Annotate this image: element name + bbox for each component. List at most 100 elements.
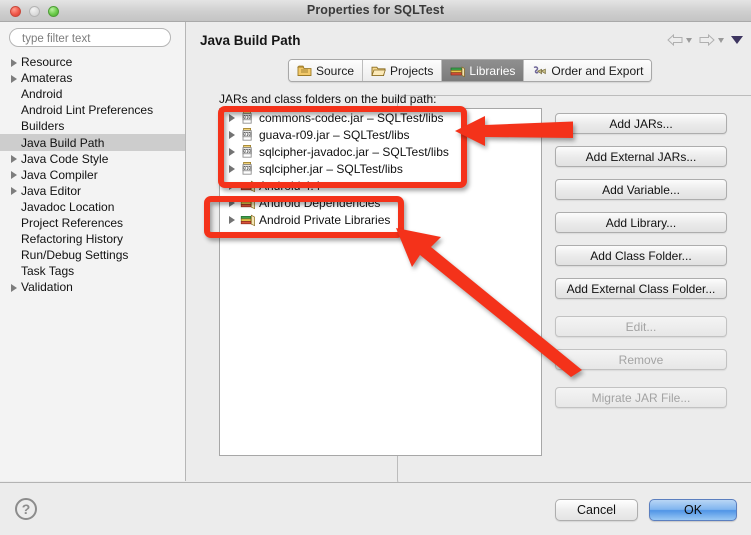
sidebar-item-task-tags[interactable]: Task Tags (0, 263, 185, 279)
expand-triangle-icon[interactable] (227, 211, 240, 228)
sidebar-item-label: Resource (21, 55, 73, 70)
libraries-list[interactable]: 010 commons-codec.jar – SQLTest/libs 010 gu… (219, 108, 542, 456)
expand-triangle-icon[interactable] (10, 279, 21, 295)
library-list-item[interactable]: 010 commons-codec.jar – SQLTest/libs (220, 109, 541, 126)
sidebar-item-resource[interactable]: Resource (0, 54, 185, 70)
migrate-jar-file-button: Migrate JAR File... (555, 387, 727, 408)
edit-button: Edit... (555, 316, 727, 337)
add-external-jars-button[interactable]: Add External JARs... (555, 146, 727, 167)
expand-triangle-icon[interactable] (10, 70, 21, 86)
sidebar-item-project-references[interactable]: Project References (0, 215, 185, 231)
library-name: sqlcipher-javadoc.jar – SQLTest/libs (259, 144, 449, 159)
library-list-item[interactable]: Android Dependencies (220, 194, 541, 211)
remove-button: Remove (555, 349, 727, 370)
sidebar-item-android[interactable]: Android (0, 86, 185, 102)
sidebar-item-android-lint-preferences[interactable]: Android Lint Preferences (0, 102, 185, 118)
jar-icon: 010 (240, 161, 259, 176)
preferences-tree: Resource Amateras Android Android Lint Pref… (0, 54, 185, 295)
expand-triangle-icon[interactable] (10, 167, 21, 183)
sidebar-item-label: Refactoring History (21, 232, 124, 247)
tab-projects[interactable]: Projects (363, 60, 443, 81)
sidebar-item-label: Android (21, 87, 63, 102)
sidebar-item-java-editor[interactable]: Java Editor (0, 183, 185, 199)
library-name: commons-codec.jar – SQLTest/libs (259, 110, 444, 125)
tab-source[interactable]: Source (289, 60, 364, 81)
sidebar-item-label: Java Editor (21, 183, 82, 198)
jar-icon: 010 (240, 144, 259, 159)
sidebar-item-validation[interactable]: Validation (0, 279, 185, 295)
sidebar-item-refactoring-history[interactable]: Refactoring History (0, 231, 185, 247)
sidebar-item-java-compiler[interactable]: Java Compiler (0, 167, 185, 183)
library-name: Android Private Libraries (259, 212, 391, 227)
library-icon (240, 178, 259, 193)
sidebar-item-amateras[interactable]: Amateras (0, 70, 185, 86)
tab-label: Order and Export (551, 63, 644, 78)
dialog-footer: ? Cancel OK (0, 482, 751, 535)
sidebar-item-label: Builders (21, 119, 65, 134)
expand-triangle-icon[interactable] (227, 126, 240, 143)
sidebar-item-label: Java Code Style (21, 151, 109, 166)
sidebar-item-label: Amateras (21, 71, 73, 86)
library-icon (240, 195, 259, 210)
list-caption: JARs and class folders on the build path… (219, 92, 437, 106)
expand-triangle-icon[interactable] (227, 143, 240, 160)
library-list-item[interactable]: 010 sqlcipher-javadoc.jar – SQLTest/libs (220, 143, 541, 160)
library-list-item[interactable]: Android Private Libraries (220, 211, 541, 228)
expand-triangle-icon[interactable] (10, 54, 21, 70)
sidebar-item-label: Java Build Path (21, 135, 105, 150)
cancel-button[interactable]: Cancel (555, 499, 638, 521)
expand-triangle-icon[interactable] (227, 177, 240, 194)
pane-navigation (667, 34, 743, 46)
library-name: sqlcipher.jar – SQLTest/libs (259, 161, 403, 176)
tab-label: Libraries (469, 63, 516, 78)
jar-icon: 010 (240, 110, 259, 125)
back-history-chevron-down-icon[interactable] (686, 37, 692, 43)
ok-button[interactable]: OK (649, 499, 737, 521)
add-jars-button[interactable]: Add JARs... (555, 113, 727, 134)
library-icon (240, 212, 259, 227)
sidebar-item-javadoc-location[interactable]: Javadoc Location (0, 199, 185, 215)
add-external-class-folder-button[interactable]: Add External Class Folder... (555, 278, 727, 299)
library-list-item[interactable]: 010 guava-r09.jar – SQLTest/libs (220, 126, 541, 143)
page-title: Java Build Path (200, 33, 301, 48)
add-library-button[interactable]: Add Library... (555, 212, 727, 233)
libraries-books-icon (450, 64, 466, 77)
forward-arrow-icon[interactable] (699, 34, 715, 46)
sidebar-item-java-build-path[interactable]: Java Build Path (0, 134, 185, 151)
sidebar-item-java-code-style[interactable]: Java Code Style (0, 151, 185, 167)
library-name: Android Dependencies (259, 195, 381, 210)
add-variable-button[interactable]: Add Variable... (555, 179, 727, 200)
expand-triangle-icon[interactable] (10, 151, 21, 167)
forward-history-chevron-down-icon[interactable] (718, 37, 724, 43)
back-arrow-icon[interactable] (667, 34, 683, 46)
sidebar-item-label: Run/Debug Settings (21, 248, 129, 263)
expand-triangle-icon[interactable] (227, 160, 240, 177)
tab-libraries[interactable]: Libraries (442, 60, 525, 81)
add-class-folder-button[interactable]: Add Class Folder... (555, 245, 727, 266)
library-list-item[interactable]: Android 4.4 (220, 177, 541, 194)
expand-triangle-icon[interactable] (227, 109, 240, 126)
sidebar-item-label: Task Tags (21, 264, 75, 279)
library-list-item[interactable]: 010 sqlcipher.jar – SQLTest/libs (220, 160, 541, 177)
sidebar-item-run-debug-settings[interactable]: Run/Debug Settings (0, 247, 185, 263)
sidebar-item-builders[interactable]: Builders (0, 118, 185, 134)
window-title: Properties for SQLTest (306, 3, 445, 17)
sidebar-item-label: Java Compiler (21, 167, 98, 182)
expand-triangle-icon[interactable] (227, 194, 240, 211)
tab-label: Source (316, 63, 355, 78)
sidebar-item-label: Validation (21, 280, 73, 295)
svg-text:010: 010 (243, 166, 251, 171)
search-input[interactable] (20, 29, 172, 49)
filter-box[interactable] (9, 28, 172, 49)
view-menu-caret-icon[interactable] (731, 36, 743, 44)
help-button[interactable]: ? (15, 498, 37, 520)
build-path-tabs: Source Projects Libraries Order and Export (288, 59, 653, 82)
expand-triangle-icon[interactable] (10, 183, 21, 199)
tab-order-and-export[interactable]: Order and Export (524, 60, 652, 81)
